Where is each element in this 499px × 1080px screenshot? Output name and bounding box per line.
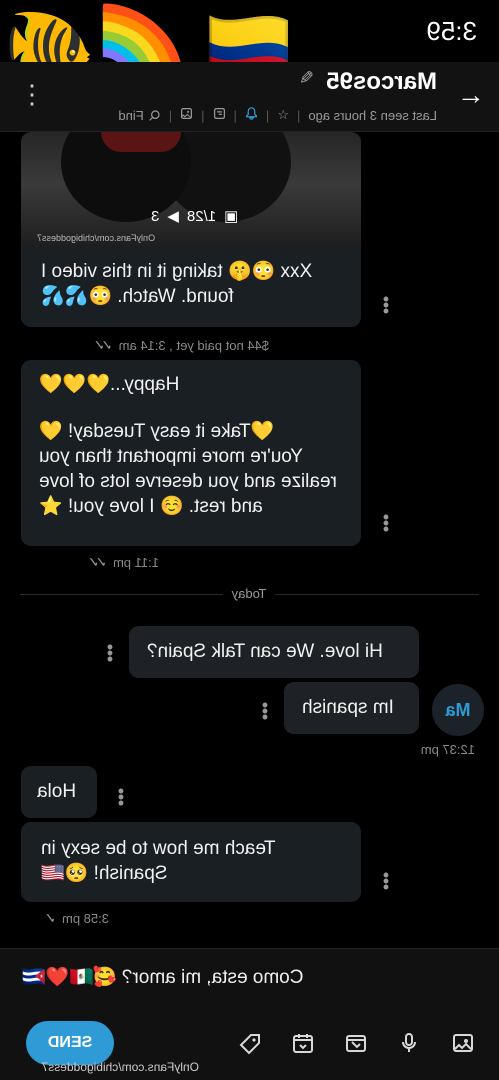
- video-count: 3: [151, 207, 160, 225]
- divider: |: [296, 107, 301, 123]
- image-icon[interactable]: [447, 1031, 479, 1063]
- message-options-icon[interactable]: • • •: [380, 865, 392, 897]
- image-count-icon: ▣: [224, 208, 239, 225]
- contact-name[interactable]: Marcos95: [326, 68, 437, 96]
- media-vault-icon[interactable]: [340, 1031, 372, 1063]
- message-time: 3:58 pm: [62, 911, 109, 926]
- find-button[interactable]: Find: [118, 108, 160, 123]
- chat-header: ← Marcos95 ✎ ⋮ Last seen 3 hours ago | ☆…: [0, 62, 499, 132]
- header-subline: Last seen 3 hours ago | ☆ | | | | Find: [118, 104, 437, 126]
- message-text: Teach me how to be sexy in Spanish! 🥺🇺🇸: [41, 838, 276, 884]
- message-status: $44 not paid yet , 3:14 am: [118, 338, 269, 353]
- edit-name-icon[interactable]: ✎: [299, 68, 314, 89]
- chat-thread[interactable]: ▣ 1/28 ▶ 3 OnlyFans.com/chibigoddess7 Xx…: [0, 132, 499, 948]
- message-bubble[interactable]: Im spanish: [284, 682, 419, 734]
- date-divider-label: Today: [223, 586, 275, 601]
- media-image-shape: [101, 132, 181, 152]
- message-meta: ✓ 3:58 pm: [48, 910, 109, 927]
- message-bubble[interactable]: Teach me how to be sexy in Spanish! 🥺🇺🇸: [21, 822, 361, 902]
- message-bubble[interactable]: Hi love. We can Talk Spain?: [129, 626, 419, 678]
- message-meta: 12:37 pm: [421, 742, 475, 757]
- last-seen: Last seen 3 hours ago: [308, 107, 437, 123]
- notification-bell-icon[interactable]: [245, 107, 258, 123]
- message-input[interactable]: Como esta, mi amor? 🥰🇲🇽❤️🇨🇺: [22, 965, 304, 989]
- avatar-initials: Ma: [445, 700, 471, 720]
- message-line: Happy...💛💛💛: [39, 374, 180, 395]
- message-options-icon[interactable]: • • •: [115, 781, 127, 813]
- message-meta: ✓✓ 1:11 pm: [92, 554, 159, 571]
- divider: |: [201, 107, 205, 123]
- gallery-icon[interactable]: [180, 107, 193, 123]
- message-options-icon[interactable]: • • •: [259, 695, 271, 727]
- divider: |: [265, 107, 270, 123]
- media-watermark: OnlyFans.com/chibigoddess7: [37, 233, 156, 243]
- search-icon: [148, 109, 160, 121]
- star-icon[interactable]: ☆: [277, 107, 289, 123]
- sent-ticks-icon: ✓: [48, 910, 57, 926]
- divider: |: [168, 107, 173, 123]
- message-options-icon[interactable]: • • •: [380, 289, 392, 321]
- message-bubble[interactable]: Hola: [21, 766, 97, 818]
- message-options-icon[interactable]: • • •: [380, 507, 392, 539]
- message-text: Hola: [37, 781, 77, 802]
- message-meta: ✓✓ $44 not paid yet , 3:14 am: [97, 337, 269, 354]
- message-line: You're more important than you realize a…: [39, 446, 337, 517]
- find-label: Find: [118, 107, 144, 123]
- mic-icon[interactable]: [393, 1031, 425, 1063]
- mirrored-screen: 3:59 🇨🇴 🌈 🐠 ← Marcos95 ✎ ⋮ Last seen 3 h…: [0, 0, 499, 1080]
- media-count: 1/28: [186, 207, 217, 225]
- schedule-icon[interactable]: [287, 1031, 319, 1063]
- media-preview[interactable]: ▣ 1/28 ▶ 3 OnlyFans.com/chibigoddess7: [21, 132, 361, 247]
- sent-ticks-icon: ✓✓: [97, 337, 113, 353]
- message-time: 1:11 pm: [112, 555, 159, 570]
- price-tag-icon[interactable]: [234, 1031, 266, 1063]
- message-bubble[interactable]: Happy...💛💛💛 💛Take it easy Tuesday! 💛 You…: [21, 360, 361, 546]
- divider: |: [233, 107, 237, 123]
- sent-ticks-icon: ✓✓: [91, 554, 107, 570]
- video-icon: ▶: [167, 208, 179, 225]
- notes-icon[interactable]: [213, 107, 226, 123]
- footer-watermark: OnlyFans.com/chibigoddess7: [41, 1060, 199, 1074]
- message-text: Xxx 😳🤫 taking it in this video I found. …: [41, 261, 313, 307]
- avatar[interactable]: Ma: [432, 684, 484, 736]
- message-bubble[interactable]: Xxx 😳🤫 taking it in this video I found. …: [21, 247, 361, 327]
- send-button[interactable]: SEND: [26, 1021, 114, 1065]
- message-line: 💛Take it easy Tuesday! 💛: [39, 421, 275, 442]
- status-time: 3:59: [426, 16, 477, 46]
- message-time: 12:37 pm: [420, 742, 475, 757]
- back-arrow-icon[interactable]: ←: [455, 79, 485, 110]
- message-text: Hi love. We can Talk Spain?: [147, 641, 383, 662]
- message-text: Im spanish: [302, 697, 394, 718]
- more-options-icon[interactable]: ⋮: [17, 74, 47, 114]
- message-options-icon[interactable]: • • •: [104, 637, 116, 669]
- media-info: ▣ 1/28 ▶ 3: [151, 207, 239, 226]
